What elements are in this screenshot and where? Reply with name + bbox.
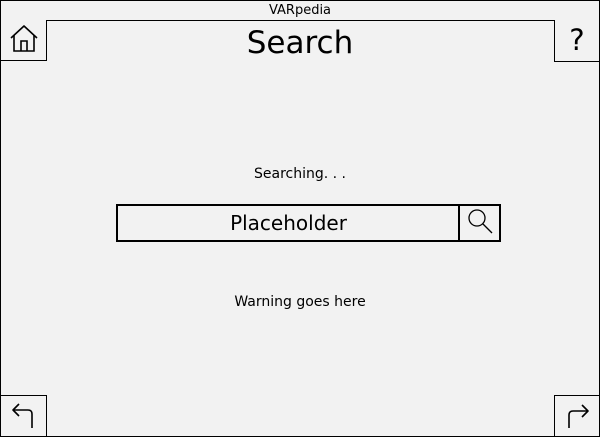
forward-button[interactable] (554, 395, 599, 436)
search-status: Searching. . . (254, 166, 346, 182)
search-button[interactable] (458, 206, 499, 240)
back-button[interactable] (1, 395, 47, 436)
search-input[interactable] (118, 206, 459, 240)
window-title: VARpedia (1, 1, 599, 21)
help-label: ? (569, 23, 585, 57)
search-icon (465, 206, 495, 240)
help-button[interactable]: ? (554, 20, 599, 62)
search-bar (116, 204, 501, 242)
forward-arrow-icon (561, 398, 593, 434)
warning-message: Warning goes here (234, 294, 366, 310)
back-arrow-icon (8, 398, 40, 434)
page-title: Search (246, 25, 354, 61)
app-window: VARpedia Search ? Searching. . . Warning… (0, 0, 600, 437)
